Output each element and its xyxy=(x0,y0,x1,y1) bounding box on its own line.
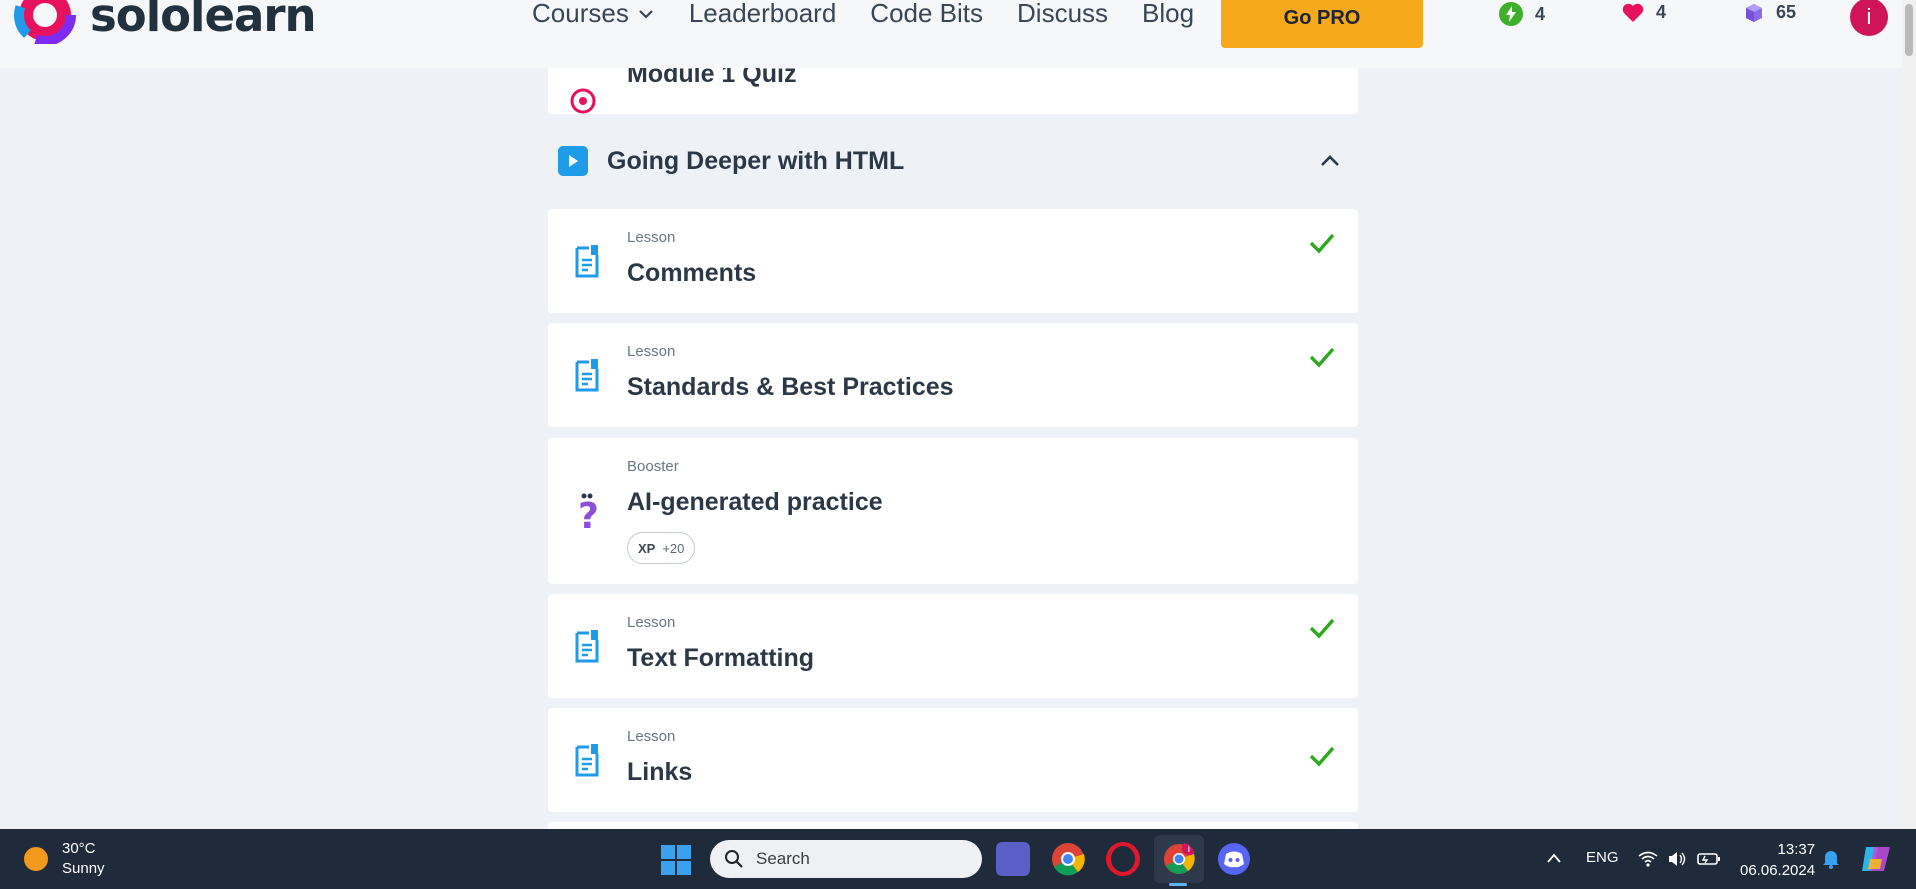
play-icon xyxy=(558,146,588,176)
taskbar-search[interactable]: Search xyxy=(710,840,982,878)
chevron-up-icon[interactable] xyxy=(1546,851,1562,865)
system-clock[interactable]: 13:37 06.06.2024 xyxy=(1740,839,1815,881)
chevron-down-icon xyxy=(639,9,653,19)
opera-icon[interactable] xyxy=(1106,842,1140,876)
svg-text:?: ? xyxy=(578,496,598,532)
checkmark-icon xyxy=(1309,233,1335,254)
lesson-title: Standards & Best Practices xyxy=(627,373,954,401)
lightning-icon xyxy=(1499,2,1523,26)
section-title: Going Deeper with HTML xyxy=(607,146,905,175)
sololearn-logo-icon xyxy=(14,0,76,44)
weather-temp: 30°C xyxy=(62,840,96,857)
hearts-count: 4 xyxy=(1656,2,1667,22)
gems-count: 65 xyxy=(1776,2,1797,22)
booster-type: Booster xyxy=(627,458,679,475)
notification-bell-icon[interactable] xyxy=(1822,849,1840,869)
windows-start-icon[interactable] xyxy=(661,845,691,875)
volume-icon[interactable] xyxy=(1667,851,1687,867)
chrome-profile-icon[interactable]: i xyxy=(1162,842,1196,876)
checkmark-icon xyxy=(1309,618,1335,639)
search-icon xyxy=(725,850,743,868)
xp-label: XP xyxy=(638,540,656,556)
heart-icon xyxy=(1622,3,1644,22)
booster-card[interactable]: ? Booster AI-generated practice XP +20 xyxy=(548,438,1358,584)
quiz-icon xyxy=(570,88,596,114)
teams-icon[interactable] xyxy=(996,842,1030,876)
nav-code-bits[interactable]: Code Bits xyxy=(870,0,983,29)
nav-discuss[interactable]: Discuss xyxy=(1017,0,1108,29)
lesson-type: Lesson xyxy=(627,614,676,631)
page-scrollbar[interactable] xyxy=(1902,0,1916,829)
gem-cube-icon xyxy=(1746,3,1762,22)
chevron-up-icon[interactable] xyxy=(1318,149,1342,173)
nav-blog[interactable]: Blog xyxy=(1142,0,1194,29)
xp-reward-badge: XP +20 xyxy=(627,532,696,564)
module-section-header[interactable]: Going Deeper with HTML xyxy=(548,138,1358,184)
top-navigation: sololearn Courses Leaderboard Code Bits … xyxy=(0,0,1916,68)
lesson-title: Text Formatting xyxy=(627,644,815,672)
lesson-type: Lesson xyxy=(627,343,676,360)
nav-courses[interactable]: Courses xyxy=(532,0,655,29)
chrome-profile-badge: i xyxy=(1188,844,1191,855)
windows-taskbar: 30°C Sunny Search i ENG 13:37 06.06.2024 xyxy=(0,829,1916,889)
nav-courses-label: Courses xyxy=(532,0,629,28)
lesson-type: Lesson xyxy=(627,728,676,745)
battery-icon[interactable] xyxy=(1697,851,1721,867)
lesson-card[interactable]: Lesson Links xyxy=(548,708,1358,812)
wifi-icon[interactable] xyxy=(1638,851,1658,867)
avatar[interactable]: i xyxy=(1850,0,1888,36)
lesson-document-icon xyxy=(575,630,599,663)
chrome-icon[interactable] xyxy=(1051,842,1085,876)
lesson-type: Lesson xyxy=(627,229,676,246)
lesson-document-icon xyxy=(575,245,599,278)
copilot-icon[interactable] xyxy=(1860,843,1892,875)
nav-leaderboard[interactable]: Leaderboard xyxy=(689,0,836,29)
language-indicator[interactable]: ENG xyxy=(1586,849,1619,866)
checkmark-icon xyxy=(1309,746,1335,767)
main-nav: Courses Leaderboard Code Bits Discuss Bl… xyxy=(532,0,1194,29)
booster-title: AI-generated practice xyxy=(627,488,883,516)
question-mark-icon: ? xyxy=(578,493,598,532)
lesson-document-icon xyxy=(575,744,599,777)
sun-icon xyxy=(24,847,48,871)
streak-count: 4 xyxy=(1535,3,1546,24)
lesson-card[interactable]: Lesson Text Formatting xyxy=(548,594,1358,698)
lesson-title: Links xyxy=(627,758,693,786)
lesson-title: Comments xyxy=(627,259,757,287)
clock-time: 13:37 xyxy=(1777,841,1816,858)
lesson-card[interactable]: Lesson Standards & Best Practices xyxy=(548,323,1358,427)
hearts-counter[interactable]: 4 xyxy=(1622,2,1666,23)
weather-condition: Sunny xyxy=(62,860,105,877)
go-pro-button[interactable]: Go PRO xyxy=(1221,0,1423,48)
checkmark-icon xyxy=(1309,347,1335,368)
search-placeholder: Search xyxy=(756,849,810,868)
lesson-document-icon xyxy=(575,359,599,392)
streak-counter[interactable]: 4 xyxy=(1499,2,1545,26)
scrollbar-thumb[interactable] xyxy=(1905,4,1913,56)
brand-name: sololearn xyxy=(90,0,317,42)
gems-counter[interactable]: 65 xyxy=(1744,2,1796,23)
lesson-card[interactable]: Lesson Comments xyxy=(548,209,1358,313)
sololearn-logo[interactable]: sololearn xyxy=(14,0,317,44)
xp-value: +20 xyxy=(662,540,685,556)
active-app-indicator xyxy=(1169,883,1187,886)
weather-widget[interactable]: 30°C Sunny xyxy=(24,839,105,879)
discord-icon[interactable] xyxy=(1217,842,1251,876)
clock-date: 06.06.2024 xyxy=(1740,862,1816,879)
